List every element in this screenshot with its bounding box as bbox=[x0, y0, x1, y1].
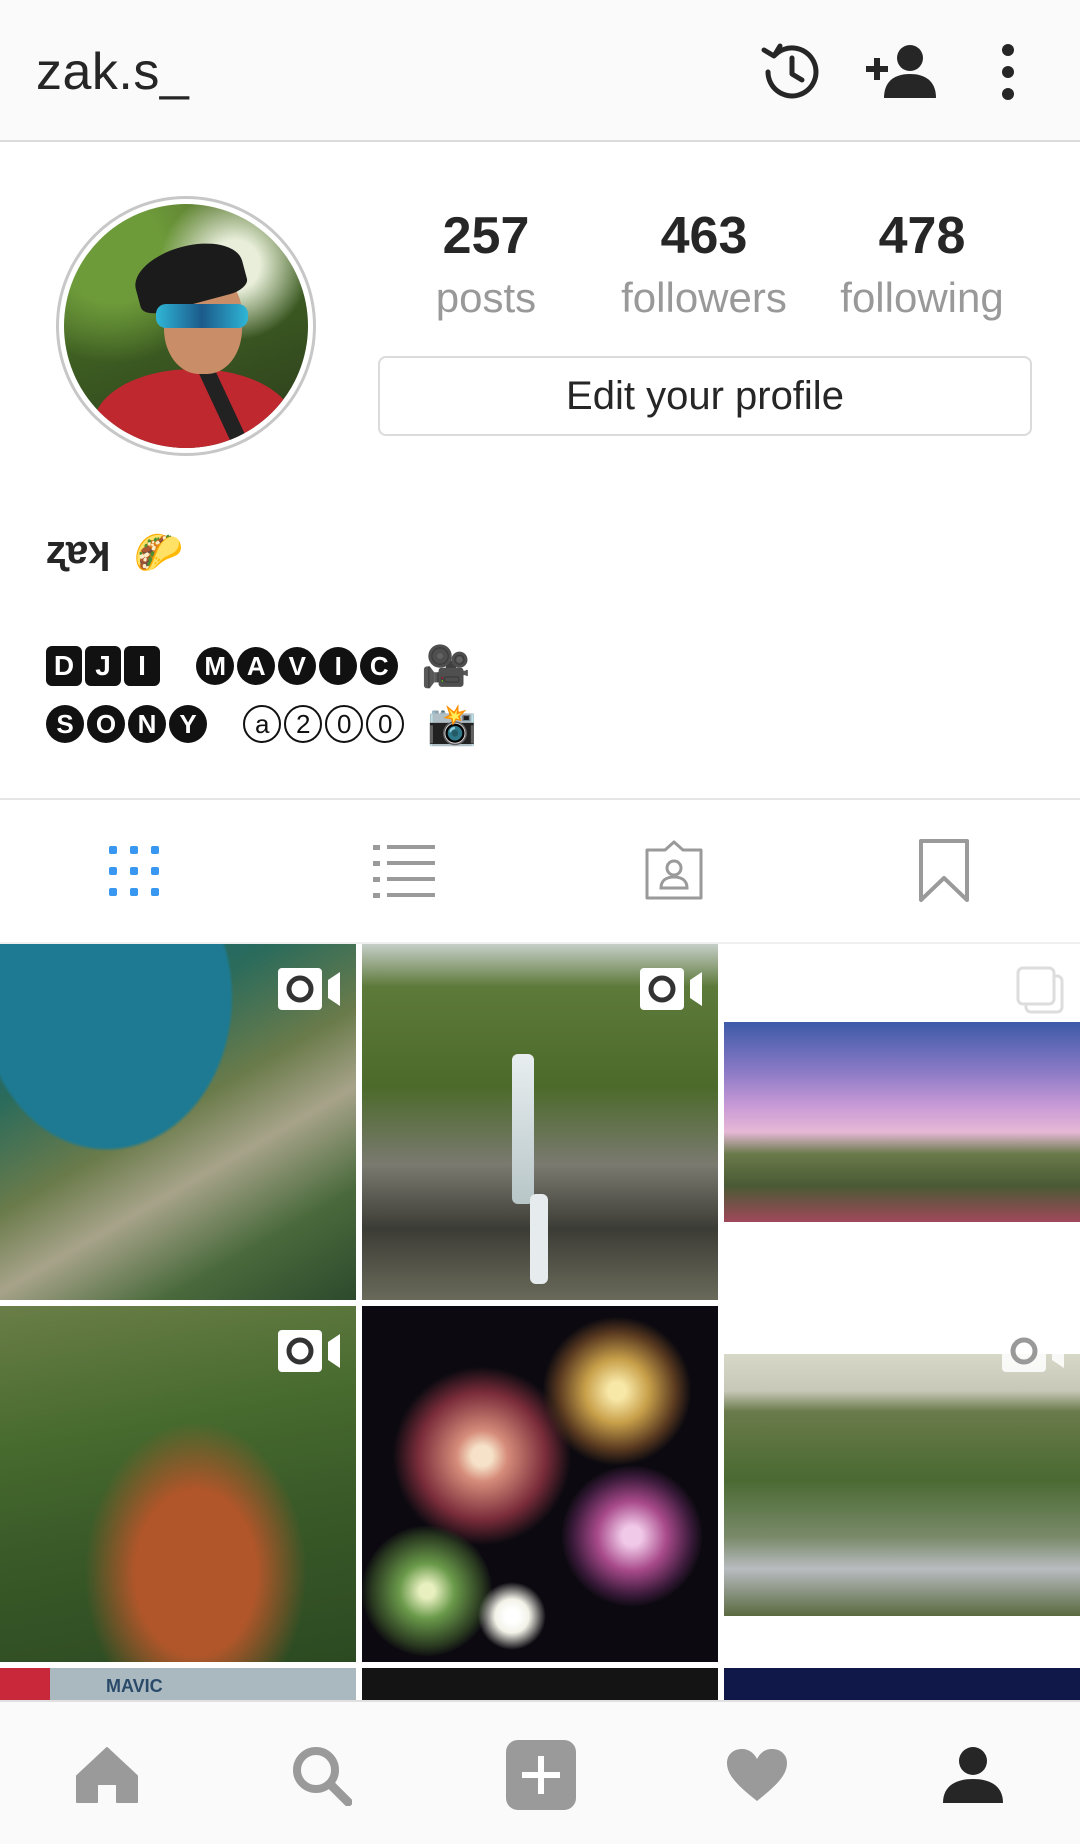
grid-post-dark[interactable] bbox=[362, 1668, 718, 1700]
grid-post-green-hills[interactable] bbox=[0, 1306, 356, 1662]
bio-sony: S O N Y bbox=[46, 705, 207, 744]
grid-post-coastline[interactable] bbox=[0, 944, 356, 1300]
bio-char: Y bbox=[169, 705, 207, 744]
bio-a200: a 2 0 0 bbox=[243, 705, 405, 744]
bio-char: I bbox=[319, 647, 358, 686]
history-icon[interactable] bbox=[748, 30, 832, 114]
divider bbox=[0, 798, 1080, 800]
video-icon bbox=[276, 966, 342, 1017]
bio-dji: D J I bbox=[46, 646, 160, 687]
bookmark-icon bbox=[919, 839, 969, 902]
profile-icon[interactable] bbox=[928, 1735, 1018, 1815]
add-person-icon[interactable] bbox=[860, 30, 944, 114]
grid-post-waterfall[interactable] bbox=[362, 944, 718, 1300]
list-icon bbox=[373, 845, 435, 898]
bio-char: 2 bbox=[284, 705, 323, 744]
bio-char: A bbox=[237, 647, 276, 686]
bio-line-drone: D J I M A V I C 🎥 bbox=[46, 642, 471, 690]
followers-count: 463 bbox=[660, 207, 748, 265]
edit-profile-button[interactable]: Edit your profile bbox=[378, 356, 1032, 436]
tab-grid-view[interactable] bbox=[94, 836, 174, 906]
avatar[interactable] bbox=[64, 204, 308, 448]
posts-count: 257 bbox=[442, 207, 530, 265]
bio-char: O bbox=[87, 705, 125, 744]
add-post-icon[interactable] bbox=[496, 1735, 586, 1815]
search-icon[interactable] bbox=[276, 1735, 366, 1815]
home-icon[interactable] bbox=[62, 1735, 152, 1815]
bio-char: D bbox=[46, 646, 82, 687]
grid-post-fireworks[interactable] bbox=[362, 1306, 718, 1662]
grid-icon bbox=[109, 846, 159, 896]
bio-char: N bbox=[128, 705, 166, 744]
video-icon bbox=[276, 1328, 342, 1379]
followers-label: followers bbox=[621, 274, 787, 321]
bio-char: V bbox=[278, 647, 317, 686]
tab-tagged[interactable] bbox=[634, 836, 714, 906]
bio-mavic: M A V I C bbox=[196, 647, 399, 686]
bio-name: ʐɐʞ 🌮 bbox=[46, 528, 183, 576]
posts-label: posts bbox=[435, 274, 537, 321]
tab-saved[interactable] bbox=[904, 836, 984, 906]
following-count: 478 bbox=[878, 207, 966, 265]
bio-name-text: ʐɐʞ bbox=[46, 528, 111, 572]
bio-line-camera: S O N Y a 2 0 0 📸 bbox=[46, 700, 477, 748]
bio-char: 0 bbox=[325, 705, 364, 744]
top-bar: zak.s_ bbox=[0, 0, 1080, 142]
taco-emoji: 🌮 bbox=[133, 530, 184, 575]
mavic-label: MAVIC bbox=[106, 1676, 163, 1696]
tab-list-view[interactable] bbox=[364, 836, 444, 906]
bio-char: M bbox=[196, 647, 235, 686]
stat-posts[interactable]: 257 posts bbox=[396, 206, 576, 322]
carousel-icon bbox=[1016, 966, 1066, 1021]
username-title: zak.s_ bbox=[36, 43, 190, 101]
stat-followers[interactable]: 463 followers bbox=[614, 206, 794, 322]
more-vertical-icon[interactable] bbox=[966, 30, 1050, 114]
bio-char: S bbox=[46, 705, 84, 744]
grid-post-forest[interactable] bbox=[724, 1306, 1080, 1662]
bio-char: I bbox=[124, 646, 160, 687]
heart-icon[interactable] bbox=[712, 1735, 802, 1815]
grid-post-mavic[interactable]: MAVIC bbox=[0, 1668, 356, 1700]
grid-post-sunset[interactable] bbox=[724, 944, 1080, 1300]
video-icon bbox=[1000, 1328, 1066, 1379]
tagged-person-icon bbox=[645, 840, 703, 900]
bio-char: C bbox=[360, 647, 399, 686]
bio-char: a bbox=[243, 705, 282, 744]
grid-post-night[interactable] bbox=[724, 1668, 1080, 1700]
bio-char: J bbox=[85, 646, 121, 687]
bio-char: 0 bbox=[366, 705, 405, 744]
following-label: following bbox=[840, 274, 1004, 321]
video-icon bbox=[638, 966, 704, 1017]
movie-camera-emoji: 🎥 bbox=[421, 644, 472, 689]
stat-following[interactable]: 478 following bbox=[832, 206, 1012, 322]
camera-flash-emoji: 📸 bbox=[427, 702, 478, 747]
